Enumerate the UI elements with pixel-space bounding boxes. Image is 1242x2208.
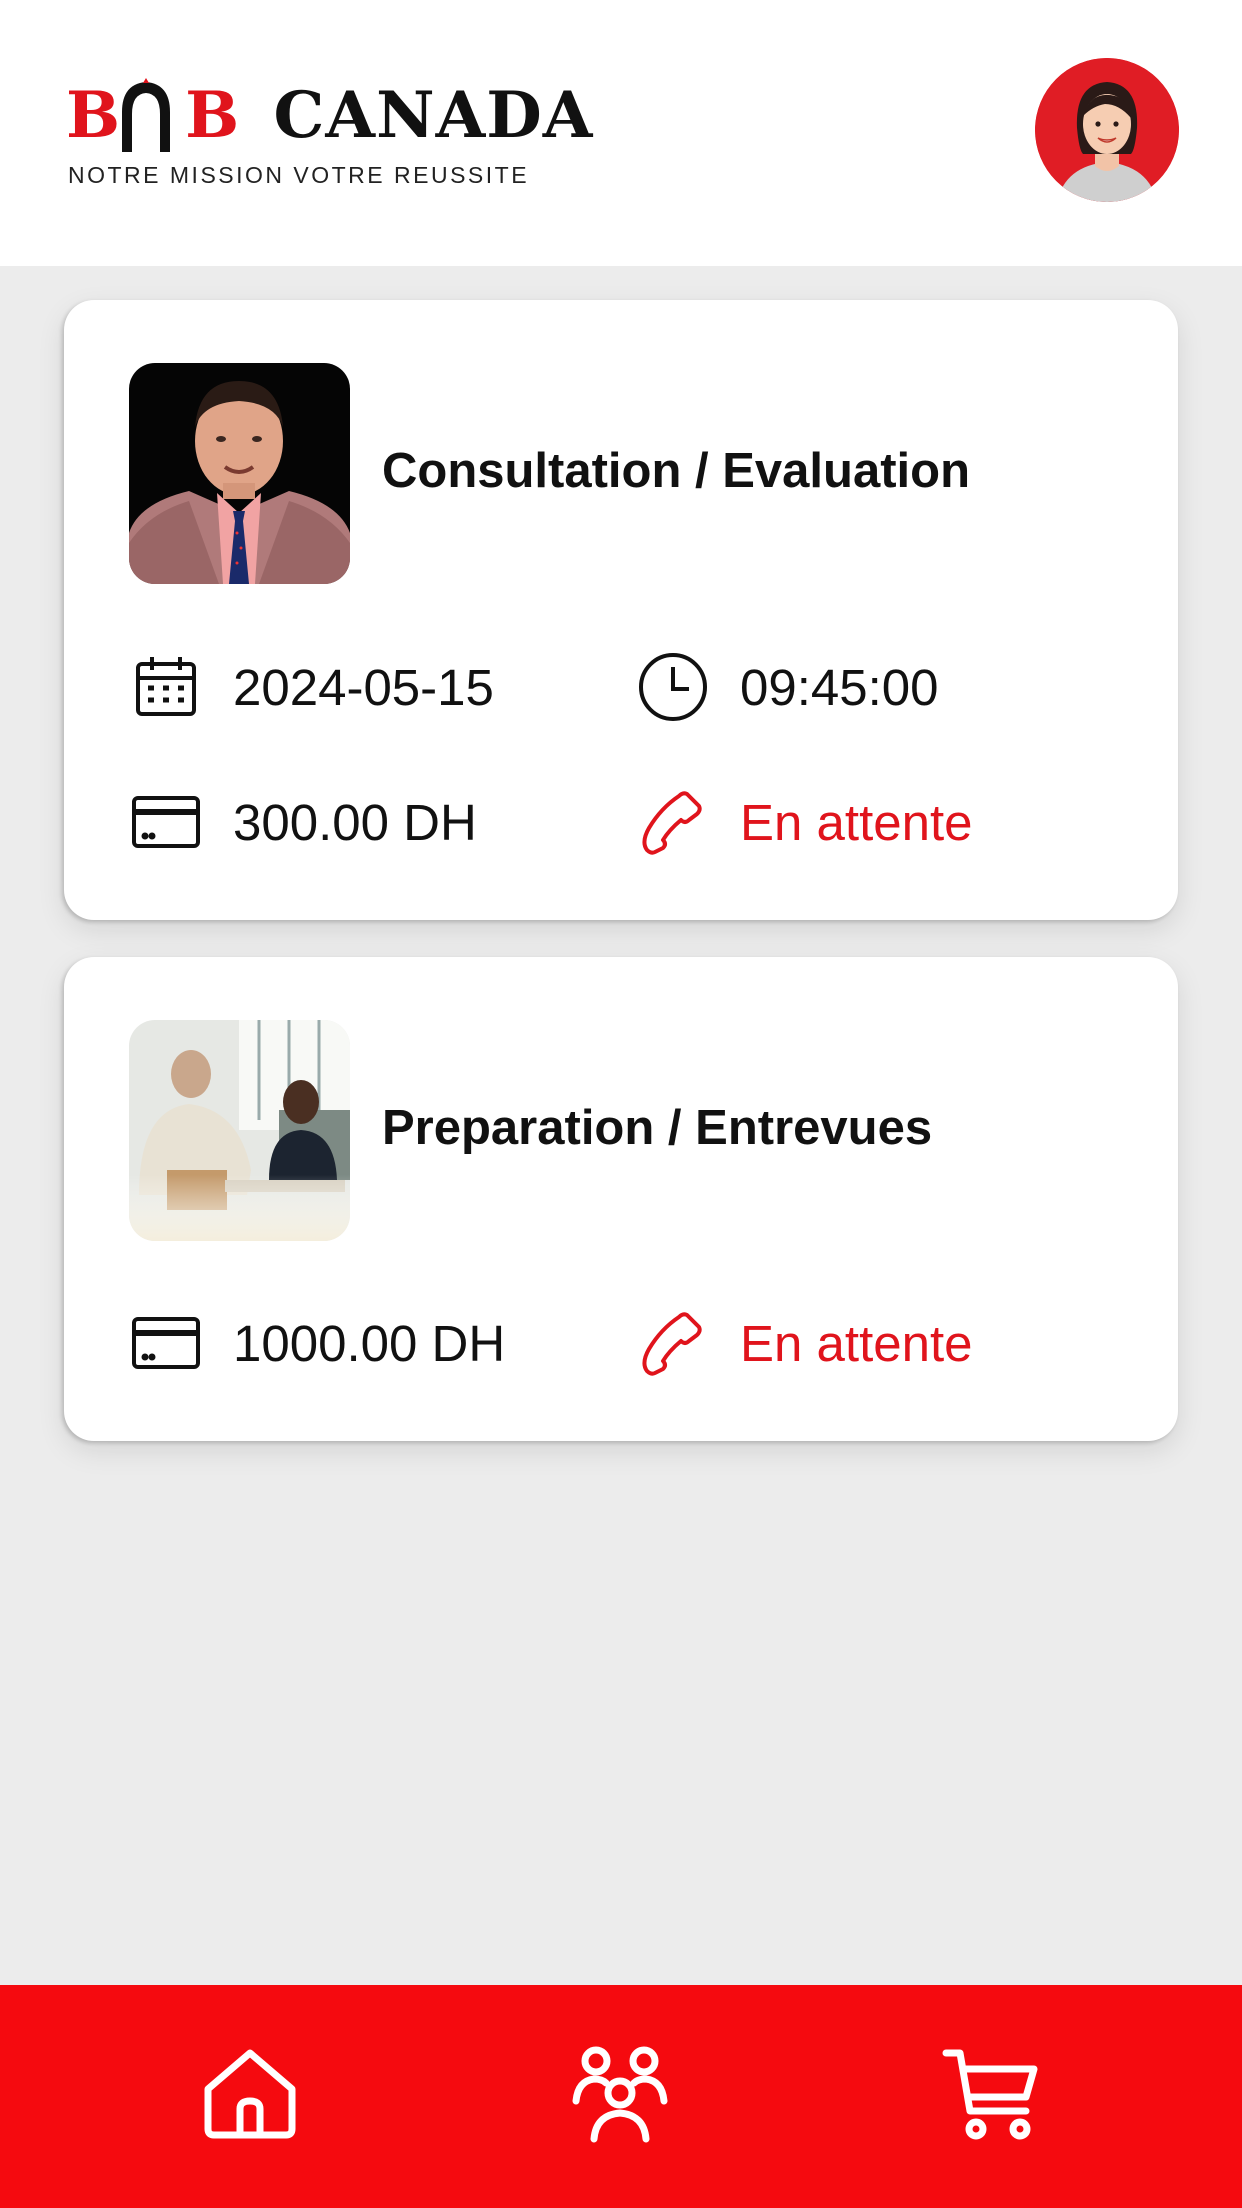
appointment-price-row: 1000.00 DH [129, 1303, 505, 1383]
user-avatar-icon [1035, 58, 1179, 202]
logo-tagline: NOTRE MISSION VOTRE REUSSITE [68, 162, 530, 188]
nav-home-button[interactable] [190, 2033, 310, 2153]
app-root: BB CANADA NOTRE MISSION VOTRE REUSSITE C… [0, 0, 1242, 2208]
appointment-status-value: En attente [740, 793, 973, 851]
brand-logo: BB CANADA NOTRE MISSION VOTRE REUSSITE [66, 76, 592, 188]
interview-photo [129, 1020, 350, 1241]
credit-card-icon [129, 1306, 203, 1380]
logo-letter-2: B [185, 78, 241, 153]
appointment-price-value: 1000.00 DH [233, 1314, 506, 1372]
calendar-icon [129, 650, 203, 724]
appointment-status-value: En attente [740, 1314, 973, 1372]
appointment-time-row: 09:45:00 [636, 647, 939, 727]
consultant-photo [129, 363, 350, 584]
appointment-price-row: 300.00 DH [129, 782, 477, 862]
team-icon [572, 2046, 668, 2143]
bottom-navigation [0, 1985, 1242, 2208]
appointment-status-row[interactable]: En attente [636, 782, 973, 862]
phone-icon [636, 785, 710, 859]
phone-icon [636, 1306, 710, 1380]
appointment-status-row[interactable]: En attente [636, 1303, 973, 1383]
credit-card-icon [129, 785, 203, 859]
logo-letter-1: B [66, 78, 122, 153]
home-icon [204, 2049, 296, 2139]
nav-team-button[interactable] [560, 2033, 680, 2153]
profile-avatar-button[interactable] [1035, 58, 1179, 202]
cart-icon [942, 2049, 1038, 2140]
nav-cart-button[interactable] [932, 2033, 1052, 2153]
appointment-date-value: 2024-05-15 [233, 658, 494, 716]
appointment-title: Preparation / Entrevues [382, 1101, 933, 1155]
appointment-date-row: 2024-05-15 [129, 647, 494, 727]
logo-canada: CANADA [273, 78, 594, 153]
logo-arch-icon [122, 78, 170, 152]
app-header: BB CANADA NOTRE MISSION VOTRE REUSSITE [0, 0, 1242, 266]
appointment-time-value: 09:45:00 [740, 658, 939, 716]
appointment-price-value: 300.00 DH [233, 793, 477, 851]
appointment-title: Consultation / Evaluation [382, 444, 971, 498]
clock-icon [636, 650, 710, 724]
